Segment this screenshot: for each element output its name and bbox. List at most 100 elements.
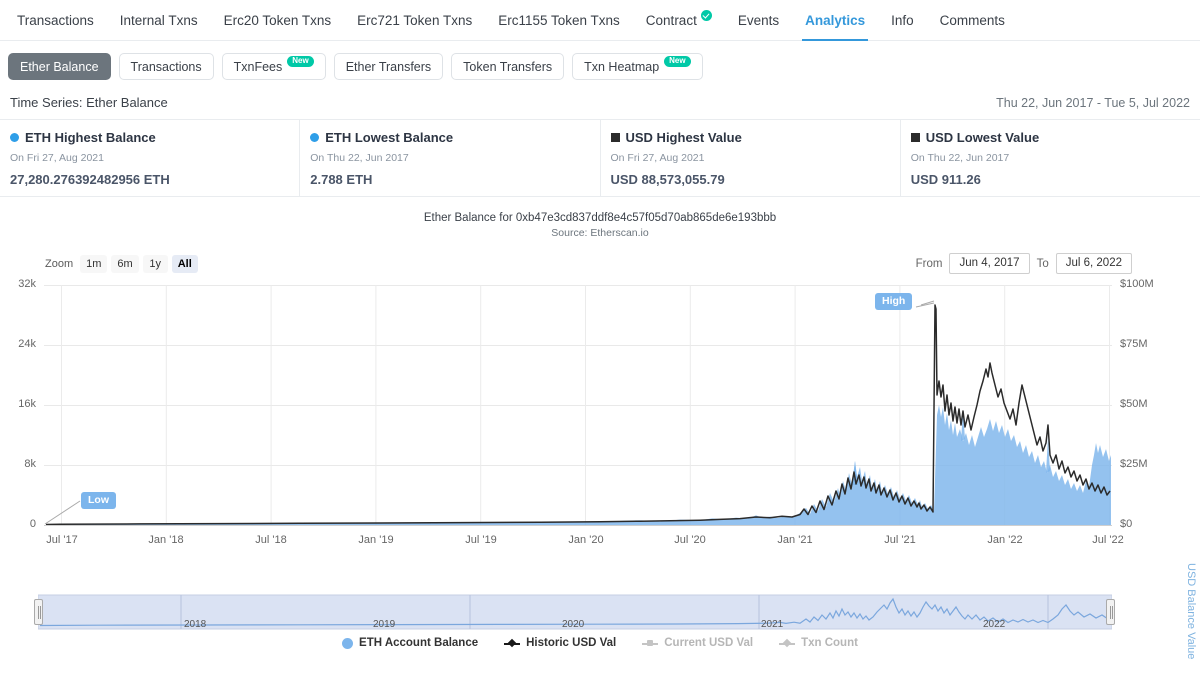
y-axis-right-tick-50m: $50M bbox=[1120, 398, 1148, 410]
subtab-label: Transactions bbox=[130, 59, 202, 74]
y-axis-left-tick-0: 0 bbox=[29, 518, 36, 530]
timeseries-title: Time Series: Ether Balance bbox=[10, 95, 168, 110]
tab-info[interactable]: Info bbox=[878, 0, 927, 40]
tab-events[interactable]: Events bbox=[725, 0, 792, 40]
card-value: 27,280.276392482956 ETH bbox=[10, 172, 170, 187]
subtab-label: Token Transfers bbox=[463, 59, 553, 74]
card-eth-lowest-balance: ETH Lowest Balance On Thu 22, Jun 2017 2… bbox=[300, 120, 601, 196]
chart-controls: Zoom 1m 6m 1y All From Jun 4, 2017 To Ju… bbox=[0, 253, 1200, 279]
card-header: USD Lowest Value bbox=[910, 130, 1190, 145]
x-axis-tick-jul-22: Jul '22 bbox=[1092, 534, 1124, 546]
x-axis-tick-jan-22: Jan '22 bbox=[987, 534, 1023, 546]
new-badge: New bbox=[287, 56, 314, 67]
zoom-button-all[interactable]: All bbox=[171, 255, 198, 273]
subtab-label: Ether Transfers bbox=[345, 59, 432, 74]
y-axis-left-tick-16k: 16k bbox=[18, 398, 36, 410]
tab-label: Contract bbox=[645, 12, 697, 28]
tab-contract[interactable]: Contract bbox=[633, 0, 725, 40]
tab-label: Comments bbox=[939, 12, 1005, 28]
timeseries-header: Time Series: Ether Balance Thu 22, Jun 2… bbox=[0, 91, 1200, 119]
stat-cards: ETH Highest Balance On Fri 27, Aug 2021 … bbox=[0, 119, 1200, 197]
line-marker-icon bbox=[779, 638, 796, 649]
chart-svg[interactable] bbox=[0, 285, 1200, 550]
subtab-ether-transfers[interactable]: Ether Transfers bbox=[333, 53, 444, 80]
card-value: USD 911.26 bbox=[910, 172, 981, 187]
y-axis-right-tick-25m: $25M bbox=[1120, 458, 1148, 470]
tab-label: Events bbox=[737, 12, 780, 28]
verified-check-icon bbox=[700, 9, 712, 21]
navigator-handle-left[interactable] bbox=[34, 599, 43, 625]
chart-title: Ether Balance for 0xb47e3cd837ddf8e4c57f… bbox=[423, 212, 777, 224]
black-square-icon bbox=[910, 133, 920, 142]
chart-navigator[interactable]: 2018 2019 2020 2021 2022 bbox=[34, 593, 1115, 631]
x-axis-tick-jul-19: Jul '19 bbox=[465, 534, 497, 546]
card-usd-lowest-value: USD Lowest Value On Thu 22, Jun 2017 USD… bbox=[901, 120, 1200, 196]
y-axis-right-tick-75m: $75M bbox=[1120, 338, 1148, 350]
card-title: ETH Highest Balance bbox=[25, 130, 156, 145]
tab-label: Info bbox=[891, 12, 914, 28]
tab-comments[interactable]: Comments bbox=[927, 0, 1018, 40]
to-date-input[interactable]: Jul 6, 2022 bbox=[1055, 253, 1132, 274]
x-axis-tick-jul-18: Jul '18 bbox=[255, 534, 287, 546]
blue-dot-icon bbox=[310, 133, 320, 142]
low-flag[interactable]: Low bbox=[81, 492, 116, 510]
tab-erc20-token-txns[interactable]: Erc20 Token Txns bbox=[211, 0, 345, 40]
x-axis-tick-jan-18: Jan '18 bbox=[148, 534, 184, 546]
y-axis-left-tick-32k: 32k bbox=[18, 278, 36, 290]
card-title: USD Lowest Value bbox=[925, 130, 1040, 145]
card-header: USD Highest Value bbox=[610, 130, 890, 145]
x-axis-tick-jul-17: Jul '17 bbox=[46, 534, 78, 546]
tab-erc1155-token-txns[interactable]: Erc1155 Token Txns bbox=[485, 0, 633, 40]
analytics-subtabs: Ether Balance Transactions TxnFees New Et… bbox=[0, 41, 1200, 91]
navigator-label-2020: 2020 bbox=[562, 619, 585, 630]
tab-erc721-token-txns[interactable]: Erc721 Token Txns bbox=[344, 0, 485, 40]
card-date: On Fri 27, Aug 2021 bbox=[10, 152, 104, 164]
subtab-ether-balance[interactable]: Ether Balance bbox=[8, 53, 111, 80]
y-axis-right-tick-0: $0 bbox=[1120, 518, 1133, 530]
high-flag[interactable]: High bbox=[875, 293, 913, 311]
navigator-handle-right[interactable] bbox=[1106, 599, 1115, 625]
subtab-txn-heatmap[interactable]: Txn Heatmap New bbox=[572, 53, 703, 80]
legend-item-historic-usd-val[interactable]: Historic USD Val bbox=[504, 637, 616, 649]
legend-item-current-usd-val[interactable]: Current USD Val bbox=[642, 637, 753, 649]
card-title: USD Highest Value bbox=[625, 130, 742, 145]
card-value: 2.788 ETH bbox=[310, 172, 373, 187]
legend-label: Historic USD Val bbox=[526, 637, 617, 649]
x-axis-tick-jul-20: Jul '20 bbox=[674, 534, 706, 546]
tab-analytics[interactable]: Analytics bbox=[792, 0, 878, 41]
legend-label: Current USD Val bbox=[664, 637, 754, 649]
navigator-label-2021: 2021 bbox=[761, 619, 784, 630]
card-header: ETH Lowest Balance bbox=[310, 130, 589, 145]
card-header: ETH Highest Balance bbox=[10, 130, 289, 145]
subtab-label: Txn Heatmap bbox=[584, 59, 660, 74]
y-axis-left-tick-8k: 8k bbox=[24, 458, 36, 470]
subtab-token-transfers[interactable]: Token Transfers bbox=[451, 53, 565, 80]
legend-label: Txn Count bbox=[801, 637, 858, 649]
tab-label: Internal Txns bbox=[119, 12, 198, 28]
x-axis-tick-jan-20: Jan '20 bbox=[568, 534, 604, 546]
blue-circle-icon bbox=[342, 637, 354, 649]
from-date-input[interactable]: Jun 4, 2017 bbox=[949, 253, 1030, 274]
x-axis-tick-jan-19: Jan '19 bbox=[358, 534, 394, 546]
zoom-button-6m[interactable]: 6m bbox=[111, 255, 139, 273]
zoom-button-1y[interactable]: 1y bbox=[142, 255, 168, 273]
zoom-button-1m[interactable]: 1m bbox=[80, 255, 108, 273]
plot-area: 32k 24k 16k 8k 0 $100M $75M $50M $25M $0… bbox=[0, 278, 1200, 550]
tab-label: Transactions bbox=[17, 12, 94, 28]
legend-item-txn-count[interactable]: Txn Count bbox=[779, 637, 858, 649]
date-range-control-group: From Jun 4, 2017 To Jul 6, 2022 bbox=[916, 253, 1132, 274]
card-value: USD 88,573,055.79 bbox=[610, 172, 725, 187]
tab-transactions[interactable]: Transactions bbox=[4, 0, 107, 40]
card-date: On Thu 22, Jun 2017 bbox=[910, 152, 1010, 164]
subtab-label: TxnFees bbox=[233, 59, 283, 74]
to-label: To bbox=[1036, 257, 1049, 270]
line-marker-icon bbox=[504, 638, 521, 649]
square-line-marker-icon bbox=[642, 638, 659, 649]
subtab-txnfees[interactable]: TxnFees New bbox=[221, 53, 326, 80]
tab-internal-txns[interactable]: Internal Txns bbox=[107, 0, 211, 40]
legend-item-eth-account-balance[interactable]: ETH Account Balance bbox=[342, 637, 478, 649]
subtab-transactions[interactable]: Transactions bbox=[118, 53, 214, 80]
y-axis-right-tick-100m: $100M bbox=[1120, 278, 1154, 290]
chart-legend: ETH Account Balance Historic USD Val Cur… bbox=[0, 637, 1200, 649]
subtab-label: Ether Balance bbox=[20, 59, 99, 74]
